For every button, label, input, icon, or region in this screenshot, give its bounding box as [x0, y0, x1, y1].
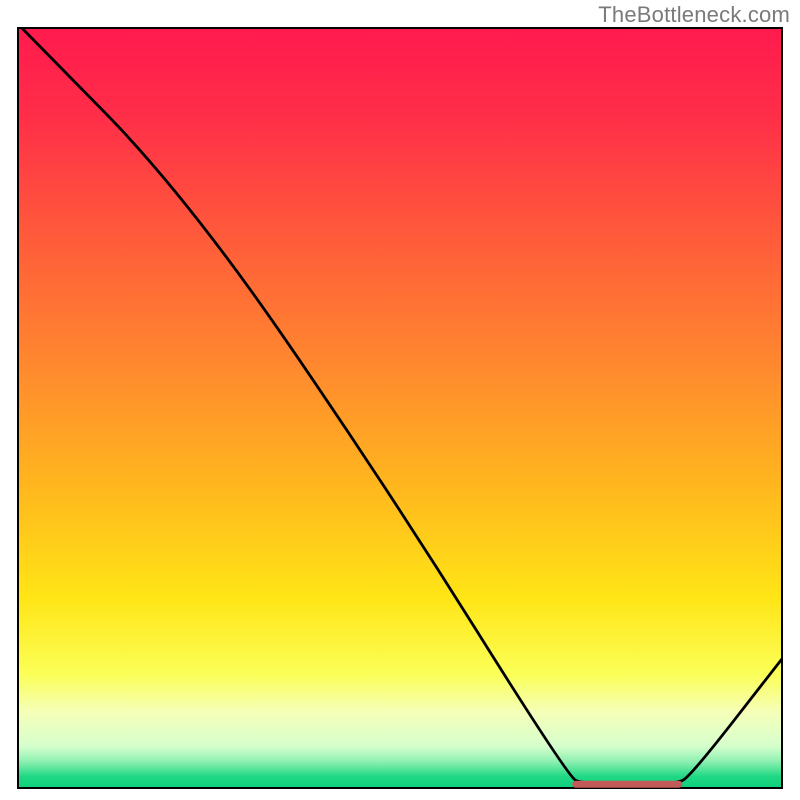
watermark-text: TheBottleneck.com [598, 2, 790, 28]
bottleneck-chart [0, 0, 800, 800]
chart-stage: TheBottleneck.com [0, 0, 800, 800]
